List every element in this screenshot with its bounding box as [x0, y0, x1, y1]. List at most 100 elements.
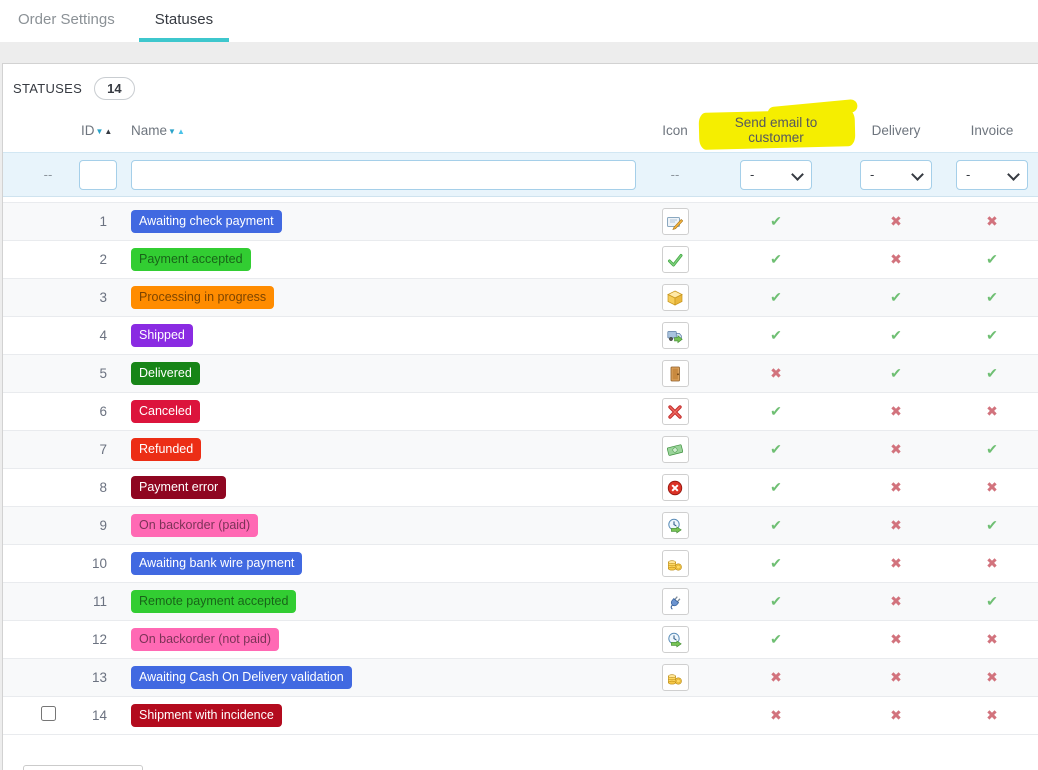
invoice-mark-cell: ✖	[946, 631, 1038, 649]
header-invoice: Invoice	[946, 123, 1038, 138]
row-select-cell	[3, 706, 73, 726]
table-row: 9 On backorder (paid) ✔ ✖ ✔	[3, 507, 1038, 545]
status-badge: Shipment with incidence	[131, 704, 282, 727]
row-id: 11	[73, 594, 115, 609]
red-cross-icon	[662, 398, 689, 425]
send-email-mark-yes-icon: ✔	[770, 251, 782, 267]
table-row: 7 Refunded ✔ ✖ ✔	[3, 431, 1038, 469]
send-email-filter-select[interactable]: -	[740, 160, 812, 190]
send-email-mark-yes-icon: ✔	[770, 289, 782, 305]
row-id: 12	[73, 632, 115, 647]
send-email-mark-yes-icon: ✔	[770, 555, 782, 571]
statuses-count-badge: 14	[94, 77, 134, 100]
plug-icon	[662, 588, 689, 615]
row-name-cell: Remote payment accepted	[115, 590, 644, 613]
invoice-mark-cell: ✔	[946, 517, 1038, 535]
row-name-cell: Shipment with incidence	[115, 704, 644, 727]
sort-id-desc-icon[interactable]: ▼	[96, 127, 104, 136]
send-email-mark-cell: ✔	[706, 327, 846, 345]
delivery-filter-wrap: -	[860, 160, 932, 190]
truck-icon	[662, 322, 689, 349]
table-row: 11 Remote payment accepted ✔ ✖ ✔	[3, 583, 1038, 621]
delivery-mark-cell: ✖	[846, 479, 946, 497]
status-badge: Payment error	[131, 476, 226, 499]
name-filter-input[interactable]	[131, 160, 636, 190]
invoice-mark-yes-icon: ✔	[986, 441, 998, 457]
invoice-mark-cell: ✔	[946, 251, 1038, 269]
panel-title: STATUSES	[13, 81, 82, 96]
send-email-mark-yes-icon: ✔	[770, 441, 782, 457]
send-email-mark-cell: ✔	[706, 289, 846, 307]
tab-order-settings[interactable]: Order Settings	[2, 0, 131, 42]
send-email-mark-yes-icon: ✔	[770, 213, 782, 229]
row-checkbox[interactable]	[41, 706, 56, 721]
delivery-mark-no-icon: ✖	[890, 707, 902, 723]
delivery-mark-yes-icon: ✔	[890, 289, 902, 305]
status-badge: On backorder (not paid)	[131, 628, 279, 651]
delivery-mark-cell: ✖	[846, 213, 946, 231]
clock-arrow-icon	[662, 626, 689, 653]
row-id: 2	[73, 252, 115, 267]
send-email-mark-cell: ✔	[706, 593, 846, 611]
invoice-mark-cell: ✖	[946, 555, 1038, 573]
table-row: 8 Payment error ✔ ✖ ✖	[3, 469, 1038, 507]
status-badge: Shipped	[131, 324, 193, 347]
row-id: 7	[73, 442, 115, 457]
table-row: 13 Awaiting Cash On Delivery validation …	[3, 659, 1038, 697]
send-email-filter-wrap: -	[740, 160, 812, 190]
delivery-mark-no-icon: ✖	[890, 213, 902, 229]
row-name-cell: Processing in progress	[115, 286, 644, 309]
send-email-mark-cell: ✔	[706, 251, 846, 269]
tab-statuses[interactable]: Statuses	[139, 0, 229, 42]
delivery-mark-no-icon: ✖	[890, 631, 902, 647]
row-name-cell: On backorder (not paid)	[115, 628, 644, 651]
status-badge: Delivered	[131, 362, 200, 385]
invoice-filter-select[interactable]: -	[956, 160, 1028, 190]
invoice-mark-cell: ✔	[946, 289, 1038, 307]
send-email-mark-yes-icon: ✔	[770, 517, 782, 533]
row-icon-cell	[644, 512, 706, 539]
header-name-label: Name	[131, 123, 167, 138]
cheque-icon	[662, 208, 689, 235]
send-email-mark-no-icon: ✖	[770, 669, 782, 685]
send-email-mark-cell: ✖	[706, 669, 846, 687]
invoice-mark-no-icon: ✖	[986, 479, 998, 495]
delivery-mark-no-icon: ✖	[890, 403, 902, 419]
send-email-mark-yes-icon: ✔	[770, 631, 782, 647]
tab-bar: Order Settings Statuses	[0, 0, 1038, 42]
row-id: 14	[73, 708, 115, 723]
row-id: 5	[73, 366, 115, 381]
send-email-mark-cell: ✔	[706, 441, 846, 459]
delivery-mark-cell: ✖	[846, 669, 946, 687]
header-id: ID▼▲	[73, 123, 115, 138]
bulk-actions-button[interactable]: Bulk actions ▾	[23, 765, 143, 770]
invoice-mark-yes-icon: ✔	[986, 251, 998, 267]
id-filter-input[interactable]	[79, 160, 117, 190]
table-row: 12 On backorder (not paid) ✔ ✖ ✖	[3, 621, 1038, 659]
status-badge: Remote payment accepted	[131, 590, 296, 613]
invoice-mark-no-icon: ✖	[986, 631, 998, 647]
error-circle-icon	[662, 474, 689, 501]
table-header-row: ID▼▲ Name▼▲ Icon Send email to customer …	[3, 108, 1038, 152]
delivery-mark-no-icon: ✖	[890, 479, 902, 495]
row-name-cell: Refunded	[115, 438, 644, 461]
statuses-panel: STATUSES 14 ID▼▲ Name▼▲ Icon Send email …	[2, 63, 1038, 770]
sort-name-asc-icon[interactable]: ▲	[177, 127, 185, 136]
invoice-mark-no-icon: ✖	[986, 669, 998, 685]
delivery-mark-no-icon: ✖	[890, 555, 902, 571]
sort-name-desc-icon[interactable]: ▼	[168, 127, 176, 136]
delivery-filter-select[interactable]: -	[860, 160, 932, 190]
invoice-mark-yes-icon: ✔	[986, 327, 998, 343]
coins-icon	[662, 550, 689, 577]
delivery-mark-cell: ✖	[846, 631, 946, 649]
sort-id-asc-icon[interactable]: ▲	[104, 127, 112, 136]
row-id: 9	[73, 518, 115, 533]
table-row: 2 Payment accepted ✔ ✖ ✔	[3, 241, 1038, 279]
invoice-mark-cell: ✔	[946, 327, 1038, 345]
row-id: 10	[73, 556, 115, 571]
table-row: 3 Processing in progress ✔ ✔ ✔	[3, 279, 1038, 317]
header-send-email: Send email to customer	[706, 115, 846, 145]
row-id: 3	[73, 290, 115, 305]
row-icon-cell	[644, 284, 706, 311]
row-icon-cell	[644, 588, 706, 615]
